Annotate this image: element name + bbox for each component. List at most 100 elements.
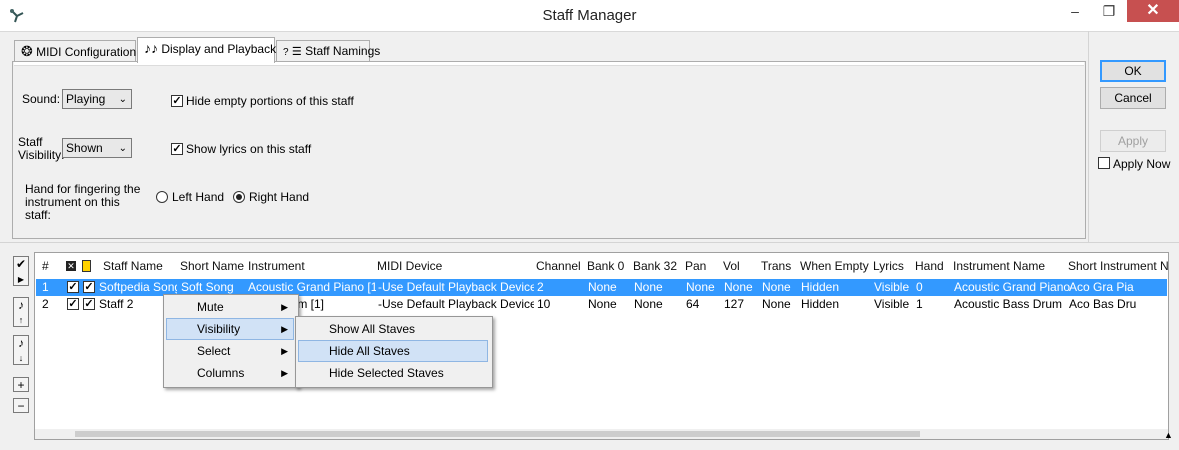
midi-device-cell[interactable]: -Use Default Playback Device- xyxy=(378,279,534,296)
col-header-instrument-name[interactable]: Instrument Name xyxy=(953,253,1045,279)
tab-label: Display and Playback xyxy=(161,42,277,56)
left-hand-label: Left Hand xyxy=(172,190,225,204)
move-up-button[interactable]: ♪ ↑ xyxy=(13,297,29,327)
play-icon: ▶ xyxy=(17,275,25,284)
check-all-button[interactable]: ✔ ▶ xyxy=(13,256,29,286)
trans-cell[interactable]: None xyxy=(762,296,791,313)
cancel-button[interactable]: Cancel xyxy=(1100,87,1166,109)
menu-item-label: Mute xyxy=(197,300,224,314)
move-down-button[interactable]: ♪ ↓ xyxy=(13,335,29,365)
submenu-arrow-icon: ▶ xyxy=(281,346,288,356)
right-hand-label: Right Hand xyxy=(249,190,310,204)
tab-display-and-playback[interactable]: ♪♪ Display and Playback xyxy=(137,37,277,63)
col-header-short-name[interactable]: Short Name xyxy=(180,253,244,279)
lyrics-cell[interactable]: Visible xyxy=(874,279,909,296)
col-header-trans[interactable]: Trans xyxy=(761,253,791,279)
show-lyrics-label: Show lyrics on this staff xyxy=(186,142,312,156)
close-button[interactable]: ✕ xyxy=(1127,0,1179,22)
bank0-cell[interactable]: None xyxy=(588,279,617,296)
tab-label: Staff Namings xyxy=(305,44,381,58)
restore-button[interactable]: ❐ xyxy=(1092,0,1126,22)
context-menu: Mute ▶ Visibility ▶ Select ▶ Columns ▶ xyxy=(163,294,299,388)
note-up-icon: ♪ xyxy=(18,298,24,312)
staff-visibility-select[interactable]: Shown ⌄ xyxy=(62,138,132,158)
horizontal-scrollbar[interactable] xyxy=(35,429,1168,439)
sound-select[interactable]: Playing ⌄ xyxy=(62,89,132,109)
hand-cell[interactable]: 0 xyxy=(916,279,923,296)
when-empty-cell[interactable]: Hidden xyxy=(801,279,839,296)
instrument-name-cell[interactable]: Acoustic Grand Piano xyxy=(954,279,1070,296)
row-mute-checkbox[interactable]: ✓ xyxy=(67,281,79,293)
col-header-bank0[interactable]: Bank 0 xyxy=(587,253,624,279)
col-header-short-instrument-name[interactable]: Short Instrument Name xyxy=(1068,253,1168,279)
menu-item-mute[interactable]: Mute ▶ xyxy=(166,296,294,318)
bank32-cell[interactable]: None xyxy=(634,296,663,313)
add-staff-button[interactable]: + xyxy=(13,377,29,392)
col-header-when-empty[interactable]: When Empty xyxy=(800,253,869,279)
channel-cell[interactable]: 10 xyxy=(537,296,550,313)
menu-item-hide-selected-staves[interactable]: Hide Selected Staves xyxy=(298,362,488,384)
col-header-lyrics[interactable]: Lyrics xyxy=(873,253,904,279)
visibility-submenu: Show All Staves Hide All Staves Hide Sel… xyxy=(295,316,493,388)
speaker-column-icon[interactable] xyxy=(82,260,91,272)
col-header-instrument[interactable]: Instrument xyxy=(248,253,305,279)
row-play-checkbox[interactable]: ✓ xyxy=(83,281,95,293)
col-header-hand[interactable]: Hand xyxy=(915,253,944,279)
hand-cell[interactable]: 1 xyxy=(916,296,923,313)
instrument-name-cell[interactable]: Acoustic Bass Drum xyxy=(954,296,1062,313)
col-header-vol[interactable]: Vol xyxy=(723,253,740,279)
row-play-checkbox[interactable]: ✓ xyxy=(83,298,95,310)
staff-visibility-label: Staff Visibility: xyxy=(18,135,65,162)
bank32-cell[interactable]: None xyxy=(634,279,663,296)
question-list-icon: ? xyxy=(283,47,289,58)
mute-column-icon[interactable]: ✕ xyxy=(66,261,76,271)
short-instrument-name-cell[interactable]: Aco Gra Pia xyxy=(1069,279,1134,296)
lyrics-cell[interactable]: Visible xyxy=(874,296,909,313)
ok-button[interactable]: OK xyxy=(1100,60,1166,82)
col-header-number[interactable]: # xyxy=(42,253,49,279)
apply-button[interactable]: Apply xyxy=(1100,130,1166,152)
sound-label: Sound: xyxy=(22,92,61,106)
trans-cell[interactable]: None xyxy=(762,279,791,296)
when-empty-cell[interactable]: Hidden xyxy=(801,296,839,313)
row-number: 2 xyxy=(42,297,49,311)
scrollbar-thumb[interactable] xyxy=(75,431,920,437)
window-title: Staff Manager xyxy=(542,7,637,24)
show-lyrics-checkbox[interactable]: ✓ xyxy=(171,143,183,155)
col-header-staff-name[interactable]: Staff Name xyxy=(103,253,163,279)
hide-empty-checkbox[interactable]: ✓ xyxy=(171,95,183,107)
vol-cell[interactable]: 127 xyxy=(724,296,744,313)
vertical-separator xyxy=(1088,31,1089,243)
col-header-bank32[interactable]: Bank 32 xyxy=(633,253,677,279)
short-instrument-name-cell[interactable]: Aco Bas Dru xyxy=(1069,296,1136,313)
remove-staff-button[interactable]: − xyxy=(13,398,29,413)
plus-icon: + xyxy=(17,378,25,392)
row-mute-checkbox[interactable]: ✓ xyxy=(67,298,79,310)
left-hand-radio[interactable] xyxy=(156,191,168,203)
col-header-pan[interactable]: Pan xyxy=(685,253,706,279)
tab-staff-namings[interactable]: ? ☰ Staff Namings xyxy=(276,40,380,61)
hide-empty-label: Hide empty portions of this staff xyxy=(186,94,354,108)
channel-cell[interactable]: 2 xyxy=(537,279,544,296)
col-header-midi-device[interactable]: MIDI Device xyxy=(377,253,442,279)
music-notes-icon: ♪♪ xyxy=(144,40,158,56)
title-bar: Staff Manager – ❐ ✕ xyxy=(0,0,1179,32)
pan-cell[interactable]: 64 xyxy=(686,296,699,313)
minimize-button[interactable]: – xyxy=(1058,0,1092,22)
col-header-channel[interactable]: Channel xyxy=(536,253,581,279)
menu-item-select[interactable]: Select ▶ xyxy=(166,340,294,362)
apply-now-checkbox[interactable] xyxy=(1098,157,1110,169)
right-hand-radio[interactable] xyxy=(233,191,245,203)
menu-item-columns[interactable]: Columns ▶ xyxy=(166,362,294,384)
tab-midi-configuration[interactable]: ❂ MIDI Configuration xyxy=(14,40,136,61)
menu-item-show-all-staves[interactable]: Show All Staves xyxy=(298,318,488,340)
menu-item-hide-all-staves[interactable]: Hide All Staves xyxy=(298,340,488,362)
bank0-cell[interactable]: None xyxy=(588,296,617,313)
scroll-up-icon[interactable]: ▲ xyxy=(1164,430,1173,440)
midi-device-cell[interactable]: -Use Default Playback Device- xyxy=(378,296,534,313)
menu-item-visibility[interactable]: Visibility ▶ xyxy=(166,318,294,340)
hand-label: Hand for fingering the instrument on thi… xyxy=(25,182,141,222)
vol-cell[interactable]: None xyxy=(724,279,753,296)
arrow-up-icon: ↑ xyxy=(18,315,24,325)
pan-cell[interactable]: None xyxy=(686,279,715,296)
